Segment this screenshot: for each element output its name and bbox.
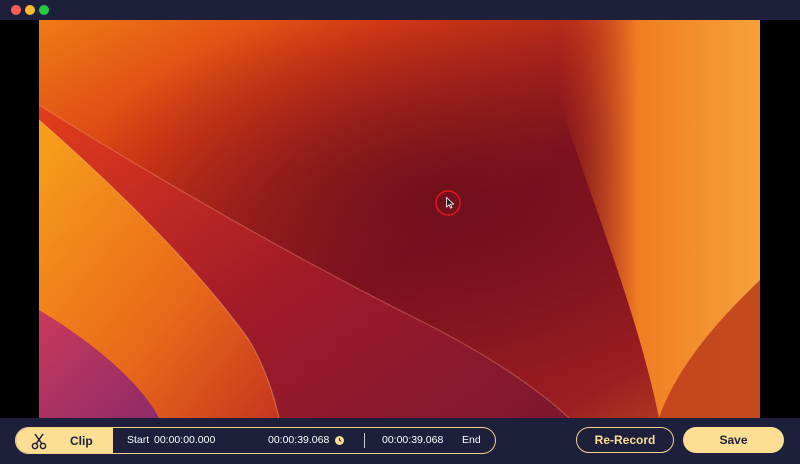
end-time-field[interactable]: 00:00:39.068	[382, 428, 443, 453]
clip-trim-bar: Clip Start 00:00:00.000 00:00:39.068 00:…	[15, 427, 496, 454]
title-bar	[0, 0, 800, 20]
start-time-field[interactable]: 00:00:00.000	[154, 428, 215, 453]
clip-label: Clip	[70, 433, 93, 448]
end-label: End	[462, 434, 481, 446]
clock-icon[interactable]	[335, 436, 344, 445]
wallpaper-image	[39, 20, 760, 418]
close-window-button[interactable]	[11, 5, 21, 15]
recorder-window: Clip Start 00:00:00.000 00:00:39.068 00:…	[0, 0, 800, 464]
scissors-icon	[30, 432, 48, 450]
rerecord-button[interactable]: Re-Record	[576, 427, 674, 453]
zoom-window-button[interactable]	[39, 5, 49, 15]
minimize-window-button[interactable]	[25, 5, 35, 15]
recording-preview	[39, 20, 760, 418]
current-time-field[interactable]: 00:00:39.068	[268, 428, 329, 453]
clip-button[interactable]: Clip	[16, 428, 113, 453]
cursor-highlight-icon	[435, 190, 461, 216]
control-bar: Clip Start 00:00:00.000 00:00:39.068 00:…	[0, 418, 800, 464]
start-label: Start	[127, 434, 150, 446]
preview-stage	[0, 20, 800, 418]
time-divider	[364, 433, 365, 448]
save-button[interactable]: Save	[683, 427, 784, 453]
